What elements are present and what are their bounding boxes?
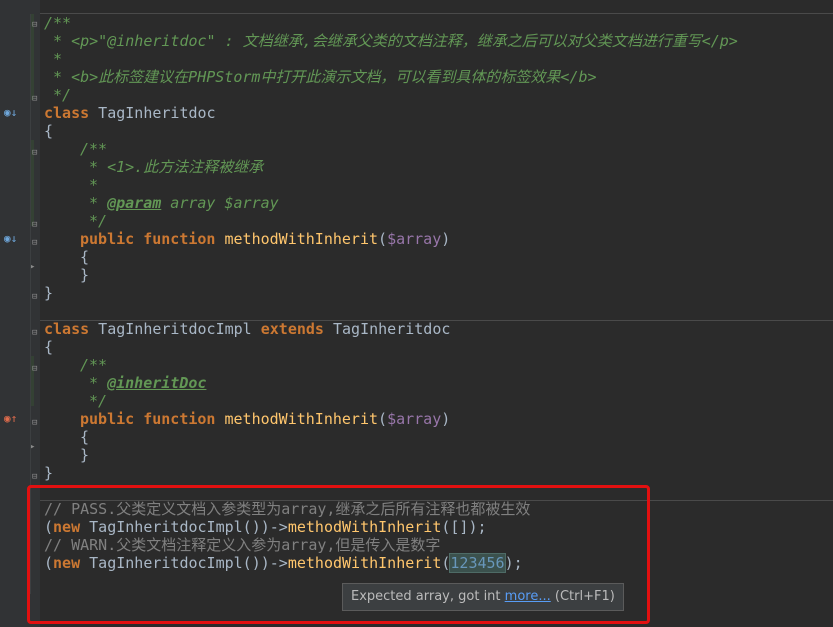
implemented-icon[interactable]: ◉↓	[4, 232, 17, 246]
brace: }	[80, 446, 90, 464]
brace: }	[80, 266, 90, 284]
method-declaration: public function methodWithInherit($array…	[80, 230, 451, 248]
fold-icon[interactable]: ⊟	[32, 418, 37, 428]
brace: {	[80, 248, 90, 266]
param-variable: $array	[387, 230, 442, 248]
fold-icon[interactable]: ⊟	[32, 20, 37, 30]
method-separator	[40, 13, 833, 14]
fold-arrow-icon[interactable]: ▸	[30, 442, 35, 452]
tooltip-shortcut: (Ctrl+F1)	[550, 589, 615, 604]
class-declaration: class TagInheritdoc	[44, 104, 216, 122]
doc-line: *	[44, 50, 63, 68]
doc-star: *	[80, 194, 108, 212]
fold-icon[interactable]: ⊟	[32, 292, 37, 302]
fold-icon[interactable]: ⊟	[32, 328, 37, 338]
class-declaration: class TagInheritdocImpl extends TagInher…	[44, 320, 450, 338]
implemented-icon[interactable]: ◉↓	[4, 106, 17, 120]
doc-inherit-line: * @inheritDoc	[80, 374, 206, 392]
doc-star: *	[80, 374, 108, 392]
doc-line: * <1>.此方法注释被继承	[80, 158, 264, 176]
fold-icon[interactable]: ⊟	[32, 472, 37, 482]
fold-icon[interactable]: ⊟	[32, 238, 37, 248]
class-keyword: class	[44, 104, 90, 122]
public-keyword: public	[80, 410, 135, 428]
param-tag: @param	[107, 194, 162, 212]
overriding-icon[interactable]: ◉↑	[4, 412, 17, 426]
public-keyword: public	[80, 230, 135, 248]
doc-line: /**	[80, 356, 108, 374]
doc-param-line: * @param array $array	[80, 194, 279, 212]
class-keyword: class	[44, 320, 90, 338]
extends-keyword: extends	[260, 320, 324, 338]
param-type: array $array	[161, 194, 279, 212]
doc-line: * <p>"@inheritdoc" : 文档继承,会继承父类的文档注释，继承之…	[44, 32, 738, 50]
class-name: TagInheritdoc	[89, 104, 216, 122]
fold-icon[interactable]: ⊟	[32, 364, 37, 374]
doc-line: /**	[44, 14, 72, 32]
inheritdoc-tag: @inheritDoc	[107, 374, 207, 392]
brace: {	[44, 338, 54, 356]
fold-icon[interactable]: ⊟	[32, 220, 37, 230]
fold-icon[interactable]: ⊟	[32, 148, 37, 158]
doc-line: */	[80, 212, 108, 230]
fold-arrow-icon[interactable]: ▸	[30, 262, 35, 272]
brace: }	[44, 464, 54, 482]
brace: }	[44, 284, 54, 302]
brace: {	[44, 122, 54, 140]
doc-line: */	[80, 392, 108, 410]
param-variable: $array	[387, 410, 442, 428]
tooltip-message: Expected array, got int	[351, 589, 505, 604]
more-link[interactable]: more...	[505, 589, 551, 604]
doc-line: /**	[80, 140, 108, 158]
doc-line: * <b>此标签建议在PHPStorm中打开此演示文档，可以看到具体的标签效果<…	[44, 68, 597, 86]
function-keyword: function	[143, 410, 216, 428]
doc-line: *	[80, 176, 99, 194]
method-name: methodWithInherit	[224, 230, 379, 248]
fold-icon[interactable]: ⊟	[32, 94, 37, 104]
brace: {	[80, 428, 90, 446]
inspection-tooltip: Expected array, got int more... (Ctrl+F1…	[342, 583, 624, 611]
class-name: TagInheritdocImpl	[89, 320, 261, 338]
function-keyword: function	[143, 230, 216, 248]
doc-line: */	[44, 86, 72, 104]
method-name: methodWithInherit	[224, 410, 379, 428]
method-declaration: public function methodWithInherit($array…	[80, 410, 451, 428]
parent-class-name: TagInheritdoc	[323, 320, 451, 338]
